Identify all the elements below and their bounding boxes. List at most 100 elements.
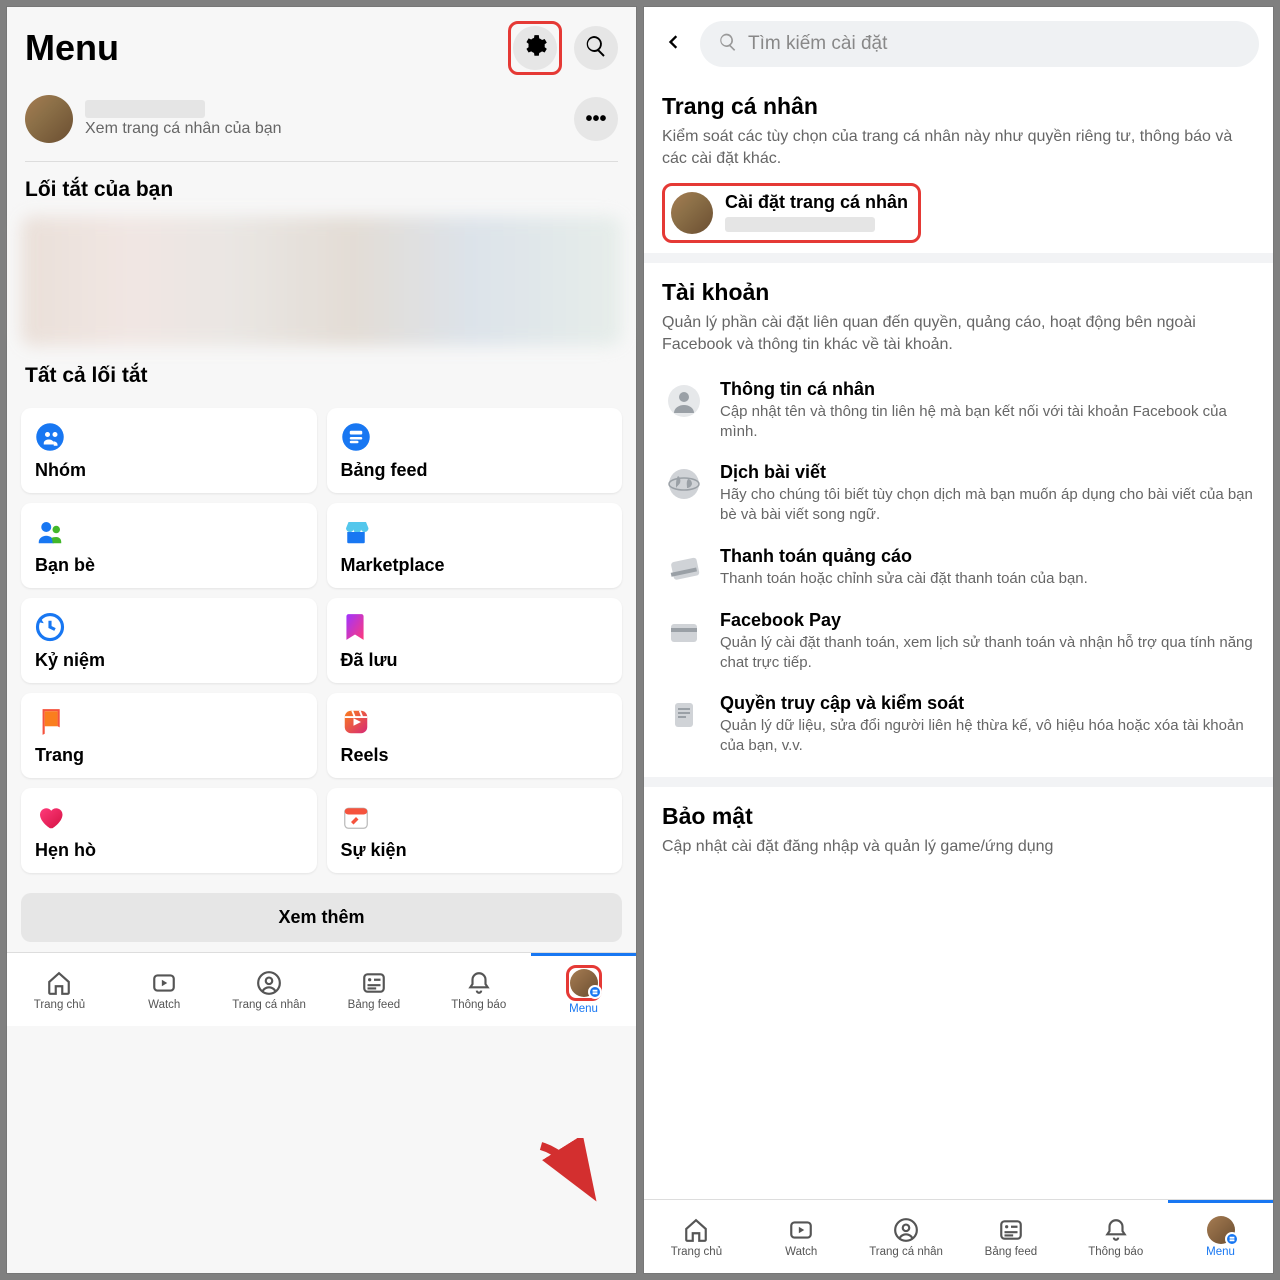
tile-memories[interactable]: Kỷ niệm <box>21 598 317 683</box>
marketplace-icon <box>341 517 371 547</box>
tile-friends[interactable]: Bạn bè <box>21 503 317 588</box>
tab-watch[interactable]: Watch <box>112 953 217 1026</box>
tab-feed[interactable]: Bảng feed <box>321 953 426 1026</box>
tab-home[interactable]: Trang chủ <box>644 1200 749 1273</box>
tab-profile[interactable]: Trang cá nhân <box>217 953 322 1026</box>
tab-home[interactable]: Trang chủ <box>7 953 112 1026</box>
option-title: Cài đặt trang cá nhân <box>725 192 908 213</box>
tile-pages[interactable]: Trang <box>21 693 317 778</box>
more-icon: ••• <box>585 108 606 131</box>
highlight-settings <box>508 21 562 75</box>
tab-profile[interactable]: Trang cá nhân <box>854 1200 959 1273</box>
option-title: Thông tin cá nhân <box>720 379 1255 400</box>
tab-label: Bảng feed <box>348 999 400 1011</box>
tile-groups[interactable]: Nhóm <box>21 408 317 493</box>
bottom-tabs-right: Trang chủ Watch Trang cá nhânBảng feed Thôn… <box>644 1199 1273 1273</box>
settings-button[interactable] <box>513 26 557 70</box>
option-title: Facebook Pay <box>720 610 1255 631</box>
tab-label: Trang cá nhân <box>232 999 306 1011</box>
tab-menu[interactable]: Menu <box>531 953 636 1026</box>
profile-row[interactable]: Xem trang cá nhân của bạn ••• <box>7 83 636 155</box>
search-icon <box>718 32 738 57</box>
section-title: Bảo mật <box>662 803 1255 830</box>
search-icon <box>584 34 608 63</box>
option-desc: Hãy cho chúng tôi biết tùy chọn dịch mà … <box>720 485 1255 526</box>
option-title: Dịch bài viết <box>720 462 1255 483</box>
settings-screen: Tìm kiếm cài đặt Trang cá nhân Kiểm soát… <box>643 6 1274 1274</box>
globe-icon <box>662 462 706 506</box>
tab-bell[interactable]: Thông báo <box>426 953 531 1026</box>
watch-icon <box>150 969 178 997</box>
feed-icon <box>997 1216 1025 1244</box>
tile-label: Bảng feed <box>341 460 609 481</box>
settings-content: Trang cá nhân Kiểm soát các tùy chọn của… <box>644 77 1273 1199</box>
tile-marketplace[interactable]: Marketplace <box>327 503 623 588</box>
section-desc: Kiểm soát các tùy chọn của trang cá nhân… <box>662 126 1255 171</box>
tab-label: Watch <box>785 1246 817 1258</box>
tab-label: Menu <box>1206 1246 1235 1258</box>
divider <box>25 161 618 162</box>
search-field[interactable]: Tìm kiếm cài đặt <box>700 21 1259 67</box>
home-icon <box>45 969 73 997</box>
chevron-left-icon <box>663 32 683 57</box>
menu-screen: Menu Xem trang cá nhân của bạn ••• <box>6 6 637 1274</box>
tile-feed[interactable]: Bảng feed <box>327 408 623 493</box>
option-globe[interactable]: Dịch bài viết Hãy cho chúng tôi biết tùy… <box>662 452 1255 536</box>
see-more-button[interactable]: Xem thêm <box>21 893 622 942</box>
profile-settings-text: Cài đặt trang cá nhân <box>725 192 908 234</box>
back-button[interactable] <box>658 29 688 59</box>
annotation-arrow <box>536 1138 606 1203</box>
tab-watch[interactable]: Watch <box>749 1200 854 1273</box>
shortcuts-row[interactable] <box>21 216 622 346</box>
tile-label: Bạn bè <box>35 555 303 576</box>
page-title: Menu <box>25 27 119 69</box>
tab-label: Thông báo <box>1088 1246 1143 1258</box>
section-title: Tài khoản <box>662 279 1255 306</box>
profile-settings-item[interactable]: Cài đặt trang cá nhân <box>662 183 921 243</box>
tile-label: Trang <box>35 745 303 766</box>
pages-icon <box>35 707 65 737</box>
tile-reels[interactable]: Reels <box>327 693 623 778</box>
option-desc: Cập nhật tên và thông tin liên hệ mà bạn… <box>720 402 1255 443</box>
more-button[interactable]: ••• <box>574 97 618 141</box>
section-account: Tài khoản Quản lý phần cài đặt liên quan… <box>644 253 1273 777</box>
tile-events[interactable]: Sự kiện <box>327 788 623 873</box>
option-title: Thanh toán quảng cáo <box>720 546 1255 567</box>
events-icon <box>341 802 371 832</box>
tile-saved[interactable]: Đã lưu <box>327 598 623 683</box>
redacted-name <box>725 217 875 232</box>
avatar <box>671 192 713 234</box>
tile-dating[interactable]: Hẹn hò <box>21 788 317 873</box>
tab-label: Trang chủ <box>34 999 85 1011</box>
section-desc: Quản lý phần cài đặt liên quan đến quyền… <box>662 312 1255 357</box>
profile-text: Xem trang cá nhân của bạn <box>85 100 562 138</box>
tile-label: Đã lưu <box>341 650 609 671</box>
friends-icon <box>35 517 65 547</box>
tiles-grid: Nhóm Bảng feed Bạn bè Marketplace Kỷ niệ… <box>7 398 636 883</box>
option-user[interactable]: Thông tin cá nhân Cập nhật tên và thông … <box>662 369 1255 453</box>
option-doc[interactable]: Quyền truy cập và kiểm soát Quản lý dữ l… <box>662 683 1255 767</box>
pay-icon <box>662 610 706 654</box>
tab-menu[interactable]: Menu <box>1168 1200 1273 1273</box>
option-pay[interactable]: Facebook Pay Quản lý cài đặt thanh toán,… <box>662 600 1255 684</box>
profile-icon <box>255 969 283 997</box>
header-actions <box>508 21 618 75</box>
section-desc: Cập nhật cài đặt đăng nhập và quản lý ga… <box>662 836 1255 858</box>
groups-icon <box>35 422 65 452</box>
home-icon <box>682 1216 710 1244</box>
tab-feed[interactable]: Bảng feed <box>958 1200 1063 1273</box>
section-profile: Trang cá nhân Kiểm soát các tùy chọn của… <box>644 77 1273 253</box>
avatar-icon <box>1207 1216 1235 1244</box>
profile-icon <box>892 1216 920 1244</box>
tile-label: Marketplace <box>341 555 609 576</box>
option-title: Quyền truy cập và kiểm soát <box>720 693 1255 714</box>
all-shortcuts-title: Tất cả lối tắt <box>7 354 636 398</box>
tab-label: Thông báo <box>451 999 506 1011</box>
tile-label: Hẹn hò <box>35 840 303 861</box>
option-text: Thanh toán quảng cáo Thanh toán hoặc chỉ… <box>720 546 1255 589</box>
tab-bell[interactable]: Thông báo <box>1063 1200 1168 1273</box>
search-button[interactable] <box>574 26 618 70</box>
reels-icon <box>341 707 371 737</box>
option-card[interactable]: Thanh toán quảng cáo Thanh toán hoặc chỉ… <box>662 536 1255 600</box>
menu-header: Menu <box>7 7 636 83</box>
